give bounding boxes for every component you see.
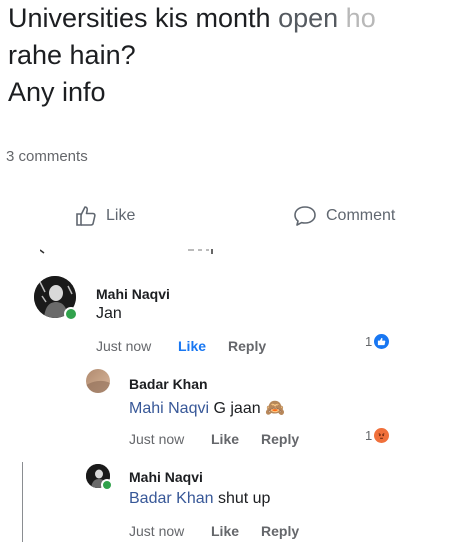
thumbs-up-icon [76,206,96,226]
avatar[interactable] [86,369,110,393]
like-button[interactable]: Like [74,204,135,228]
online-status-indicator [101,479,113,491]
comment-reply-button[interactable]: Reply [228,338,266,354]
post-text-part: open [278,3,346,33]
comment-button-label: Comment [326,207,396,224]
comment-timestamp: Just now [129,431,185,447]
post-line-3: Any info [8,77,106,107]
mention-link[interactable]: Mahi Naqvi [129,400,209,417]
comment-timestamp: Just now [129,523,185,539]
see-no-evil-emoji: 🙈 [265,400,285,417]
comment-reply-button[interactable]: Reply [261,523,299,539]
comment-like-button[interactable]: Like [211,431,239,447]
comment-author[interactable]: Mahi Naqvi [129,469,203,485]
comment-timestamp: Just now [96,338,152,354]
like-reaction-icon [374,334,390,349]
reaction-summary[interactable]: 1 [365,428,390,443]
comment-button[interactable]: Comment [292,204,395,228]
comment-text: Mahi Naqvi G jaan 🙈 [129,398,285,418]
thread-line [22,462,23,542]
post-text-part: Universities kis month [8,3,279,33]
comment-body: G jaan [213,400,261,417]
comment-reply-button[interactable]: Reply [261,431,299,447]
reaction-summary[interactable]: 1 [365,334,390,349]
comment-body: shut up [217,490,271,507]
faint-marks [40,249,213,254]
reaction-count: 1 [365,428,373,443]
like-button-label: Like [106,207,136,224]
comments-count[interactable]: 3 comments [6,148,88,165]
reaction-count: 1 [365,334,373,349]
angry-reaction-icon [374,428,390,443]
avatar-image [86,369,110,393]
comment-icon [294,206,316,226]
comment-like-button[interactable]: Like [211,523,239,539]
mention-link[interactable]: Badar Khan [129,490,214,507]
post-line-2: rahe hain? [8,40,136,70]
comment-author[interactable]: Badar Khan [129,376,208,392]
post-text-part: ho [345,3,376,33]
comment-author[interactable]: Mahi Naqvi [96,286,170,302]
post-line-1: Universities kis month open ho [8,0,448,37]
post-text: Universities kis month open ho rahe hain… [8,0,448,111]
comment-like-button[interactable]: Like [178,338,206,354]
online-status-indicator [64,307,78,321]
comment-text: Jan [96,305,122,322]
comment-text: Badar Khan shut up [129,490,270,508]
